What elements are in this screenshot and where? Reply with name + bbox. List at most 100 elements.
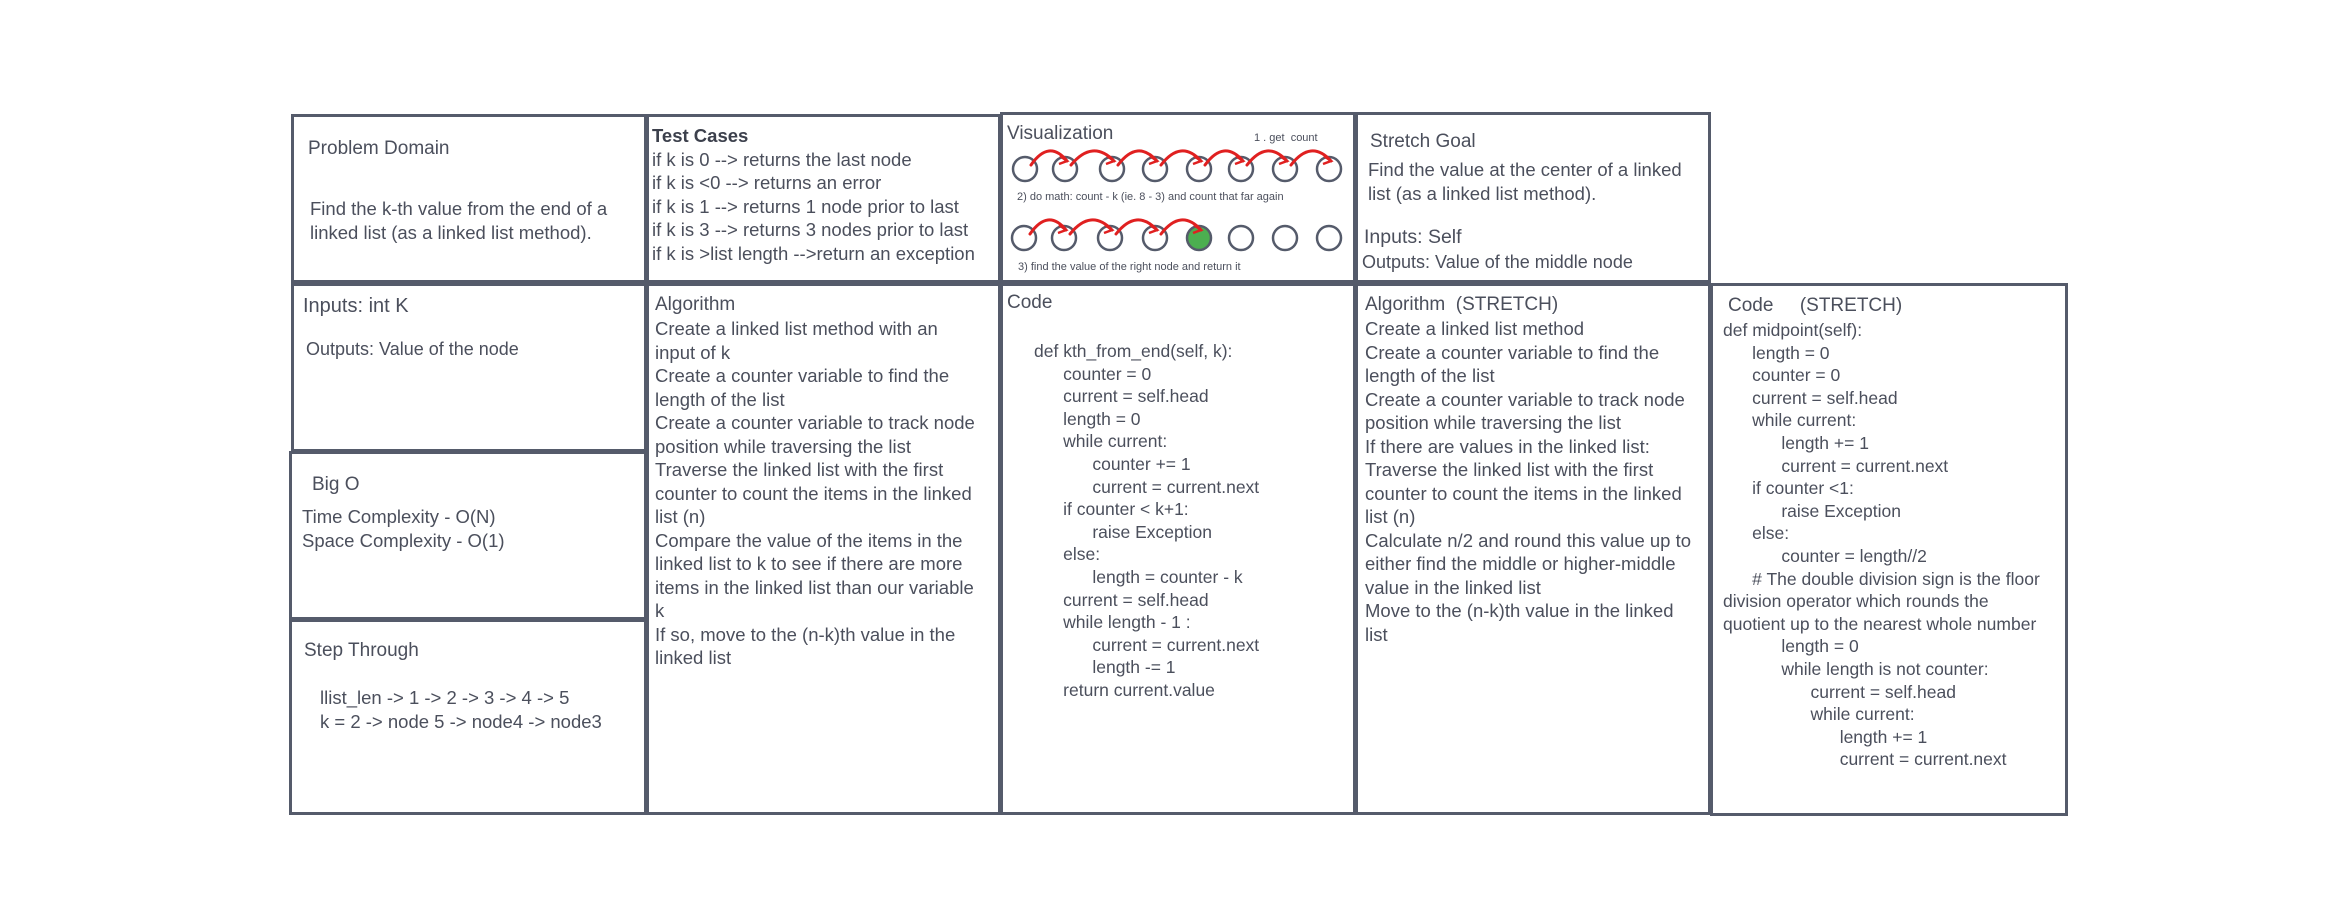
code-stretch-title: Code (STRETCH) [1728, 295, 1903, 316]
algorithm-line: list (n) [655, 506, 706, 527]
algorithm-stretch-line: If there are values in the linked list: [1365, 435, 1650, 457]
code-stretch-line: current = self.head [1723, 387, 1898, 408]
code-line: counter += 1 [1034, 453, 1191, 474]
algorithm-line: Create a counter variable to track node [655, 412, 975, 433]
step-through-line: k = 2 -> node 5 -> node4 -> node3 [320, 710, 602, 732]
code-stretch-line: current = self.head [1723, 681, 1956, 702]
code-card: Code def kth_from_end(self, k): counter … [1000, 283, 1356, 815]
code-stretch-block: def midpoint(self): length = 0 counter =… [1723, 319, 2040, 771]
code-stretch-line: def midpoint(self): [1723, 320, 1863, 340]
algorithm-line: linked list to k to see if there are mor… [655, 553, 963, 574]
step-through-title: Step Through [304, 640, 419, 661]
space-complexity: Space Complexity - O(1) [302, 529, 505, 551]
algorithm-stretch-line: Create a counter variable to find the [1365, 341, 1660, 363]
list-node [1271, 224, 1299, 252]
big-o-title: Big O [312, 474, 360, 495]
code-line: raise Exception [1034, 521, 1212, 542]
problem-domain-text: Find the k-th value from the end of a li… [310, 197, 607, 244]
code-stretch-line: length += 1 [1723, 432, 1869, 453]
code-stretch-line: length += 1 [1723, 726, 1928, 747]
algorithm-line: counter to count the items in the linked [655, 482, 972, 504]
test-cases-card: Test Cases if k is 0 --> returns the las… [646, 114, 1001, 283]
inputs-title: Inputs: int K [303, 295, 409, 317]
code-line: length -= 1 [1034, 657, 1176, 678]
algorithm-stretch-line: position while traversing the list [1365, 412, 1622, 433]
code-line: if counter < k+1: [1034, 499, 1189, 520]
algorithm-title: Algorithm [655, 294, 736, 315]
algorithm-line: Create a counter variable to find the [655, 365, 950, 386]
stretch-goal-title: Stretch Goal [1370, 131, 1476, 152]
problem-domain-line: linked list (as a linked list method). [310, 221, 592, 243]
code-line: while current: [1034, 431, 1168, 452]
test-case-line: if k is 0 --> returns the last node [652, 148, 912, 170]
code-stretch-line: division operator which rounds the [1723, 591, 1989, 612]
linked-list-visualization [1010, 149, 1343, 252]
stretch-outputs: Outputs: Value of the middle node [1362, 252, 1633, 272]
code-stretch-line: while current: [1723, 410, 1857, 431]
algorithm-line: position while traversing the list [655, 435, 912, 457]
algorithm-line: linked list [655, 647, 732, 668]
big-o-card: Big O Time Complexity - O(N) Space Compl… [289, 451, 647, 620]
big-o-text: Time Complexity - O(N) Space Complexity … [302, 505, 505, 552]
code-title: Code [1007, 292, 1053, 313]
algorithm-stretch-line: value in the linked list [1365, 576, 1541, 598]
test-case-line: if k is 3 --> returns 3 nodes prior to l… [652, 219, 969, 240]
code-line: def kth_from_end(self, k): [1034, 341, 1233, 361]
code-line: current = self.head [1034, 589, 1209, 610]
algorithm-stretch-line: list [1365, 623, 1388, 645]
code-stretch-line: current = current.next [1723, 749, 2007, 770]
code-line: length = counter - k [1034, 566, 1243, 587]
time-complexity: Time Complexity - O(N) [302, 506, 496, 527]
step-through-line: llist_len -> 1 -> 2 -> 3 -> 4 -> 5 [320, 687, 570, 708]
code-line: else: [1034, 544, 1101, 565]
problem-domain-title: Problem Domain [308, 138, 450, 159]
stretch-goal-card: Stretch Goal Find the value at the cente… [1355, 112, 1711, 283]
code-line: counter = 0 [1034, 363, 1152, 384]
algorithm-text: Create a linked list method with an input… [655, 317, 975, 670]
algorithm-line: input of k [655, 341, 731, 363]
algorithm-stretch-line: list (n) [1365, 506, 1416, 527]
code-stretch-line: counter = length//2 [1723, 545, 1927, 566]
stretch-goal-line: list (as a linked list method). [1368, 182, 1597, 204]
algorithm-line: If so, move to the (n-k)th value in the [655, 623, 956, 645]
algorithm-line: Traverse the linked list with the first [655, 459, 944, 480]
code-stretch-line: raise Exception [1723, 500, 1901, 521]
test-case-line: if k is 1 --> returns 1 node prior to la… [652, 195, 959, 217]
algorithm-stretch-title: Algorithm (STRETCH) [1365, 294, 1559, 315]
test-case-line: if k is <0 --> returns an error [652, 172, 882, 193]
inputs-card: Inputs: int K Outputs: Value of the node [291, 283, 647, 452]
algorithm-stretch-card: Algorithm (STRETCH) Create a linked list… [1355, 283, 1711, 815]
algorithm-stretch-line: Calculate n/2 and round this value up to [1365, 529, 1692, 551]
algorithm-line: Create a linked list method with an [655, 318, 938, 339]
code-stretch-card: Code (STRETCH) def midpoint(self): lengt… [1710, 283, 2068, 816]
algorithm-stretch-line: Move to the (n-k)th value in the linked [1365, 600, 1674, 621]
code-line: current = self.head [1034, 386, 1209, 407]
algorithm-line: length of the list [655, 388, 785, 410]
code-stretch-line: if counter <1: [1723, 478, 1854, 499]
step-through-text: llist_len -> 1 -> 2 -> 3 -> 4 -> 5 k = 2… [320, 686, 602, 733]
code-stretch-line: length = 0 [1723, 636, 1859, 657]
code-line: current = current.next [1034, 634, 1260, 655]
list-node [1227, 224, 1255, 252]
code-stretch-line: # The double division sign is the floor [1723, 568, 2040, 589]
step-through-card: Step Through llist_len -> 1 -> 2 -> 3 ->… [289, 619, 647, 815]
test-case-line: if k is >list length -->return an except… [652, 242, 975, 264]
code-stretch-line: length = 0 [1723, 342, 1830, 363]
algorithm-card: Algorithm Create a linked list method wi… [646, 283, 1001, 815]
problem-domain-line: Find the k-th value from the end of a [310, 198, 608, 219]
stretch-goal-text: Find the value at the center of a linked… [1368, 158, 1682, 205]
code-stretch-line: else: [1723, 523, 1790, 544]
algorithm-line: Compare the value of the items in the [655, 529, 963, 551]
algorithm-stretch-line: counter to count the items in the linked [1365, 482, 1682, 504]
code-stretch-line: counter = 0 [1723, 365, 1841, 386]
code-line: while length - 1 : [1034, 612, 1191, 633]
problem-domain-card: Problem Domain Find the k-th value from … [291, 114, 647, 283]
code-line: current = current.next [1034, 476, 1260, 497]
stretch-goal-line: Find the value at the center of a linked [1368, 159, 1682, 180]
code-stretch-line: quotient up to the nearest whole number [1723, 613, 2037, 634]
outputs-text: Outputs: Value of the node [306, 339, 519, 359]
algorithm-stretch-line: either find the middle or higher-middle [1365, 553, 1676, 574]
algorithm-line: k [655, 600, 665, 621]
code-line: return current.value [1034, 679, 1215, 700]
algorithm-stretch-text: Create a linked list method Create a coun… [1365, 317, 1691, 646]
